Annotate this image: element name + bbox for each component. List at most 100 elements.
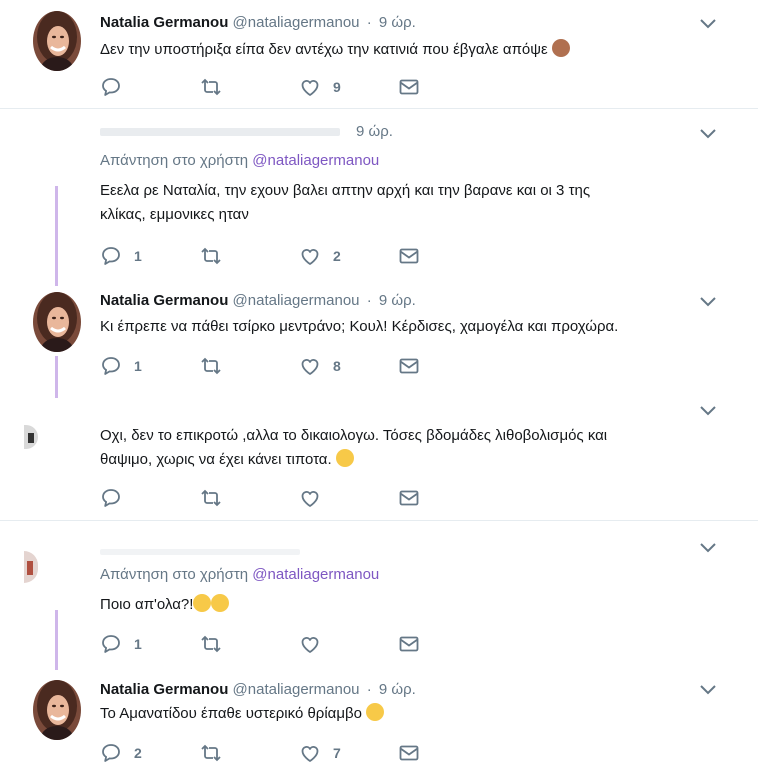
dm-icon	[398, 245, 420, 267]
reply-button[interactable]	[100, 76, 122, 98]
reply-count: 1	[134, 248, 142, 264]
chevron-down-icon[interactable]	[699, 405, 717, 417]
reply-count: 1	[134, 636, 142, 652]
tweet-actions: 1	[100, 633, 440, 655]
separator-dot: ·	[366, 14, 372, 31]
author-name[interactable]: Natalia Germanou	[100, 292, 228, 309]
direct-message-button[interactable]	[398, 633, 420, 655]
avatar[interactable]	[24, 425, 38, 449]
tweet[interactable]: Natalia Germanou @nataliagermanou · 9 ώρ…	[0, 0, 758, 108]
retweet-icon	[200, 245, 222, 267]
tears-of-joy-icon	[193, 594, 212, 612]
direct-message-button[interactable]	[398, 742, 420, 764]
reply-count: 1	[134, 358, 142, 374]
chevron-down-icon[interactable]	[699, 18, 717, 30]
reply-icon	[100, 245, 122, 267]
tweet-actions: 1 8	[100, 355, 440, 377]
tweet-text: Δεν την υποστήριξα είπα δεν αντέχω την κ…	[100, 38, 570, 62]
chevron-down-icon[interactable]	[699, 128, 717, 140]
face-savoring-food-icon	[335, 449, 354, 467]
author-name[interactable]: Natalia Germanou	[100, 14, 228, 31]
dm-icon	[398, 742, 420, 764]
like-button[interactable]	[299, 487, 321, 509]
avatar[interactable]	[33, 292, 81, 352]
retweet-icon	[200, 742, 222, 764]
tweet-text: Το Αμανατίδου έπαθε υστερικό θρίαμβο	[100, 702, 385, 726]
tweet-header: Natalia Germanou @nataliagermanou · 9 ώρ…	[100, 14, 416, 31]
retweet-button[interactable]	[200, 355, 222, 377]
reply-button[interactable]: 1	[100, 633, 142, 655]
tweet-text: Εεελα ρε Ναταλία, την εχουν βαλει απτην …	[100, 182, 591, 223]
tweet-time[interactable]: 9 ώρ.	[379, 14, 416, 31]
direct-message-button[interactable]	[398, 76, 420, 98]
tweet-header: Natalia Germanou @nataliagermanou · 9 ώρ…	[100, 292, 416, 309]
author-handle[interactable]: @nataliagermanou	[233, 14, 360, 31]
chevron-down-icon[interactable]	[699, 296, 717, 308]
retweet-button[interactable]	[200, 633, 222, 655]
like-icon	[299, 245, 321, 267]
avatar[interactable]	[33, 680, 81, 740]
tweet-text: Οχι, δεν το επικροτώ ,αλλα το δικαιολογω…	[100, 427, 608, 468]
see-no-evil-monkey-icon	[551, 39, 570, 57]
like-count: 2	[333, 248, 341, 264]
direct-message-button[interactable]	[398, 355, 420, 377]
like-button[interactable]: 9	[299, 76, 341, 98]
reply-button[interactable]: 1	[100, 355, 142, 377]
tweet[interactable]: 9 ώρ. Απάντηση στο χρήστη @nataliagerman…	[0, 109, 758, 284]
mention-link[interactable]: @nataliagermanou	[252, 566, 379, 583]
reply-button[interactable]: 1	[100, 245, 142, 267]
author-handle[interactable]: @nataliagermanou	[233, 292, 360, 309]
tweet-text: Κι έπρεπε να πάθει τσίρκο μεντράνο; Κουλ…	[100, 318, 619, 335]
retweet-icon	[200, 633, 222, 655]
reply-icon	[100, 76, 122, 98]
dm-icon	[398, 633, 420, 655]
tweet-actions: 9	[100, 76, 440, 98]
obscured-author	[100, 128, 340, 136]
retweet-icon	[200, 487, 222, 509]
like-button[interactable]: 2	[299, 245, 341, 267]
like-count: 9	[333, 79, 341, 95]
like-button[interactable]: 8	[299, 355, 341, 377]
retweet-button[interactable]	[200, 742, 222, 764]
reply-button[interactable]	[100, 487, 122, 509]
chevron-down-icon[interactable]	[699, 684, 717, 696]
tweet[interactable]: Natalia Germanou @nataliagermanou · 9 ώρ…	[0, 672, 758, 768]
tweet-text: Ποιο απ'ολα?!	[100, 593, 230, 617]
mention-link[interactable]: @nataliagermanou	[252, 152, 379, 169]
tweet[interactable]: Οχι, δεν το επικροτώ ,αλλα το δικαιολογω…	[0, 399, 758, 520]
reply-button[interactable]: 2	[100, 742, 142, 764]
like-count: 7	[333, 745, 341, 761]
separator-dot: ·	[366, 292, 372, 309]
retweet-icon	[200, 76, 222, 98]
chevron-down-icon[interactable]	[699, 542, 717, 554]
reply-icon	[100, 355, 122, 377]
obscured-author	[100, 549, 300, 555]
tweet[interactable]: Natalia Germanou @nataliagermanou · 9 ώρ…	[0, 284, 758, 399]
dm-icon	[398, 76, 420, 98]
tweet-time[interactable]: 9 ώρ.	[379, 681, 416, 698]
thread-line	[55, 186, 58, 286]
like-button[interactable]: 7	[299, 742, 341, 764]
tweet-header: Natalia Germanou @nataliagermanou · 9 ώρ…	[100, 681, 416, 698]
retweet-button[interactable]	[200, 245, 222, 267]
reply-count: 2	[134, 745, 142, 761]
like-button[interactable]	[299, 633, 321, 655]
thread-line	[55, 610, 58, 670]
like-icon	[299, 742, 321, 764]
avatar[interactable]	[33, 11, 81, 71]
like-icon	[299, 487, 321, 509]
retweet-button[interactable]	[200, 76, 222, 98]
direct-message-button[interactable]	[398, 245, 420, 267]
tweet-time[interactable]: 9 ώρ.	[356, 123, 393, 140]
retweet-button[interactable]	[200, 487, 222, 509]
tweet-time[interactable]: 9 ώρ.	[379, 292, 416, 309]
direct-message-button[interactable]	[398, 487, 420, 509]
reply-icon	[100, 487, 122, 509]
author-name[interactable]: Natalia Germanou	[100, 681, 228, 698]
avatar[interactable]	[24, 551, 38, 583]
reply-context: Απάντηση στο χρήστη @nataliagermanou	[100, 152, 380, 169]
author-handle[interactable]: @nataliagermanou	[233, 681, 360, 698]
tweet-actions: 1 2	[100, 245, 440, 267]
tweet-actions: 2 7	[100, 742, 440, 764]
tweet[interactable]: Απάντηση στο χρήστη @nataliagermanou Ποι…	[0, 521, 758, 663]
